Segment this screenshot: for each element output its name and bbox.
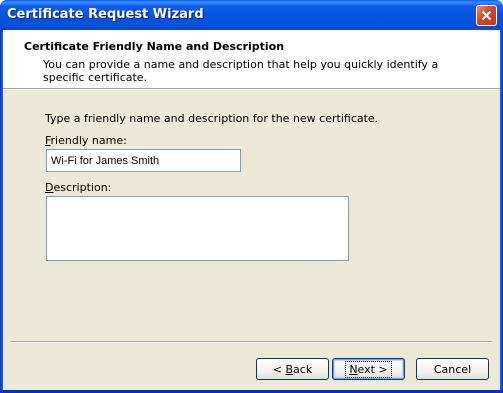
close-icon: [481, 10, 492, 21]
cancel-button[interactable]: Cancel: [416, 358, 489, 380]
header-divider: [3, 88, 500, 90]
description-label: Description:: [45, 181, 111, 194]
back-button-prefix: <: [272, 362, 286, 376]
friendly-name-label-text: riendly name:: [50, 134, 127, 147]
wizard-body: Certificate Friendly Name and Descriptio…: [3, 30, 500, 390]
title-bar[interactable]: Certificate Request Wizard: [0, 0, 503, 30]
friendly-name-input[interactable]: [46, 149, 241, 172]
close-button[interactable]: [476, 5, 497, 26]
description-label-text: escription:: [53, 181, 112, 194]
wizard-window: Certificate Request Wizard Certificate F…: [0, 0, 503, 393]
back-button-mnemonic: B: [285, 362, 294, 376]
next-button-mnemonic: N: [349, 362, 358, 376]
footer-divider: [11, 341, 492, 343]
next-button[interactable]: Next >: [332, 358, 405, 380]
page-title: Certificate Friendly Name and Descriptio…: [24, 40, 285, 53]
next-button-text: ext >: [357, 362, 388, 376]
window-title: Certificate Request Wizard: [7, 7, 204, 22]
description-input[interactable]: [46, 196, 349, 261]
wizard-header: Certificate Friendly Name and Descriptio…: [3, 30, 500, 88]
instruction-text: Type a friendly name and description for…: [45, 112, 379, 125]
next-button-label: Next >: [345, 360, 392, 378]
page-description: You can provide a name and description t…: [43, 58, 439, 84]
back-button[interactable]: < Back: [256, 358, 329, 380]
cancel-button-label: Cancel: [433, 362, 472, 376]
back-button-text: ack: [293, 362, 313, 376]
back-button-label: < Back: [273, 363, 312, 376]
friendly-name-label: Friendly name:: [45, 134, 127, 147]
